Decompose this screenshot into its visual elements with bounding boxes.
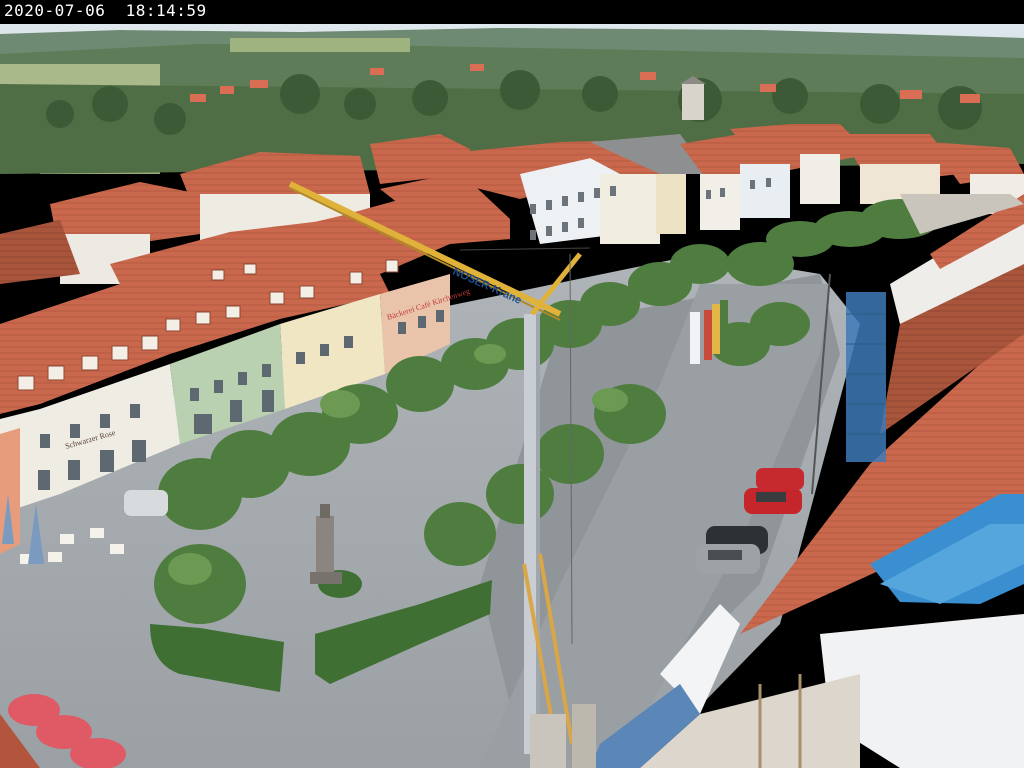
timestamp-overlay: 2020-07-06 18:14:59 (4, 1, 207, 20)
webcam-frame: 2020-07-06 18:14:59 Schwarzer Rose Bäcke… (0, 0, 1024, 768)
town-square-webcam-image: Schwarzer Rose Bäckerei Café Kirchenweg (0, 24, 1024, 768)
